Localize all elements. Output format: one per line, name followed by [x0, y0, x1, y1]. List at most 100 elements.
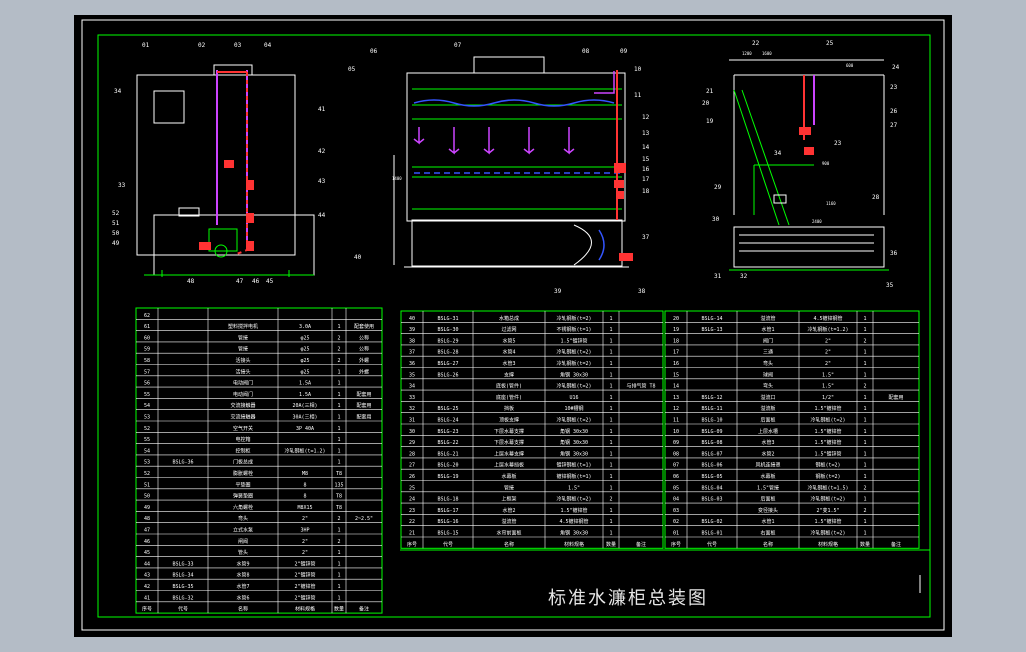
dim-text-6: 1200: [742, 51, 752, 56]
bom-table-2-cell: 27: [409, 463, 415, 469]
bom-table-1-cell: 活接头: [235, 357, 250, 364]
bom-table-1-cell: 膨胀螺栓: [233, 470, 253, 477]
bom-table-2-cell: 1: [609, 429, 612, 435]
callout-left-9: 33: [118, 182, 126, 189]
bom-table-3-cell: 1: [863, 418, 866, 424]
bom-table-1-cell: 2": [302, 539, 308, 545]
bom-table-2-cell: 名称: [504, 541, 514, 548]
bom-table-2-cell: 1: [609, 372, 612, 378]
bom-table-2-cell: BSLG-23: [437, 429, 458, 435]
drawing-canvas: 01 02 03 04 34 41 42 43 44 33 52 51 50 49 48 47 46 45 06 05…: [81, 19, 945, 631]
bom-table-2-cell: 1: [609, 474, 612, 480]
bom-table-1-cell: 平垫圈: [235, 481, 250, 488]
bom-table-1-cell: 1: [337, 550, 340, 556]
bom-table-3-cell: 20: [673, 316, 679, 322]
bom-table-2-cell: 水管2: [502, 507, 515, 514]
bom-table-3-cell: 2": [825, 361, 831, 367]
bom-table-2-cell: 冷轧钢板(t=2): [556, 417, 591, 424]
bom-table-3-cell: 08: [673, 451, 679, 457]
bom-table-1-cell: 43: [144, 573, 150, 579]
bom-table-3-cell: 1: [863, 440, 866, 446]
bom-table-1-cell: 配套用: [356, 402, 371, 409]
bom-table-3-cell: 1: [863, 406, 866, 412]
bom-table-1-cell: 57: [144, 369, 150, 375]
front-view-water: [413, 70, 633, 261]
bom-table-3-cell: BSLG-02: [701, 519, 722, 525]
callout-left-2: 03: [234, 42, 242, 49]
callout-middle-5: 10: [634, 66, 642, 73]
bom-table-2-cell: 水幕板: [501, 473, 516, 480]
callout-right-3: 21: [706, 88, 714, 95]
bom-table-1-cell: 水管7: [236, 583, 249, 590]
callout-middle-11: 16: [642, 166, 650, 173]
bom-table-3-cell: 1: [863, 451, 866, 457]
bom-table-3-cell: 16: [673, 361, 679, 367]
bom-table-3-cell: 数量: [860, 541, 870, 548]
callout-right-6: 23: [890, 84, 898, 91]
dim-text-4: 1160: [826, 201, 836, 206]
bom-table-2-cell: 30: [409, 429, 415, 435]
bom-table-2-cell: 镀锌钢板(t=1): [556, 473, 591, 480]
bom-table-3-cell: 后面板: [760, 496, 775, 503]
bom-table-1-cell: 55: [144, 392, 150, 398]
bom-table-2-cell: 底板(管件): [496, 383, 522, 390]
callout-left-0: 01: [142, 42, 150, 49]
bom-table-1-cell: 闸阀: [238, 538, 248, 545]
bom-table-3-cell: 1.5"管接: [757, 484, 779, 491]
callout-right-17: 23: [834, 140, 842, 147]
bom-table-1-cell: 外螺: [359, 368, 369, 375]
bom-table-1-cell: 外螺: [359, 357, 369, 364]
bom-table-1-cell: 1: [337, 426, 340, 432]
bom-table-2-cell: BSLG-22: [437, 440, 458, 446]
bom-table-1-cell: 1: [337, 369, 340, 375]
bom-table-2-cell: 31: [409, 418, 415, 424]
bom-table-1-cell: 3P 40A: [296, 426, 314, 432]
bom-table-3-cell: 1.5"镀锌管: [814, 405, 841, 412]
bom-table-1-cell: 30A(三相): [292, 414, 317, 421]
drawing-sheet: 01 02 03 04 34 41 42 43 44 33 52 51 50 49 48 47 46 45 06 05…: [74, 15, 952, 637]
bom-table-3-cell: 01: [673, 531, 679, 537]
callout-right-14: 31: [714, 273, 722, 280]
bom-table-3-cell: 三通: [763, 349, 773, 356]
bom-table-2-cell: 37: [409, 350, 415, 356]
bom-table-1-cell: 3HP: [300, 528, 309, 534]
bom-table-1-cell: 42: [144, 584, 150, 590]
bom-table-3-cell: 1: [863, 316, 866, 322]
bom-table-1-cell: 1: [337, 595, 340, 601]
bom-table-1-cell: 44: [144, 561, 150, 567]
bom-table-3-cell: BSLG-11: [701, 406, 722, 412]
bom-table-3-cell: 1: [863, 519, 866, 525]
bom-table-1-cell: 8: [303, 494, 306, 500]
bom-table-3-cell: 2": [825, 338, 831, 344]
bom-table-2-cell: 1: [609, 418, 612, 424]
bom-table-1-cell: 61: [144, 324, 150, 330]
bom-table-2-cell: 1: [609, 508, 612, 514]
bom-table-3-cell: 配套用: [888, 394, 903, 401]
bom-table-1-cell: 59: [144, 347, 150, 353]
bom-table-3-cell: 1.5"镀锌管: [814, 518, 841, 525]
bom-table-1-cell: 材料规格: [295, 606, 315, 613]
bom-table-2-cell: 1: [609, 338, 612, 344]
bom-table-1-cell: 54: [144, 403, 150, 409]
right-view-pipes: [799, 75, 815, 155]
callout-left-8: 44: [318, 212, 326, 219]
bom-table-1-cell: 3.0A: [299, 324, 311, 330]
bom-table-1-cell: 空气开关: [233, 425, 253, 432]
bom-table-1-cell: 2"镀锌管: [294, 583, 315, 590]
bom-table-3-cell: 10: [673, 429, 679, 435]
bom-table-2-cell: 1: [609, 463, 612, 469]
bom-table-3-cell: 12: [673, 406, 679, 412]
bom-table-3-cell: 后面板: [760, 417, 775, 424]
callout-left-14: 48: [187, 278, 195, 285]
bom-table-2-cell: 29: [409, 440, 415, 446]
bom-table-3-cell: 11: [673, 418, 679, 424]
bom-table-2-cell: 32: [409, 406, 415, 412]
bom-table-3-cell: 15: [673, 372, 679, 378]
bom-table-1-cell: 1.5A: [299, 392, 311, 398]
bom-table-1-cell: 55: [144, 437, 150, 443]
callout-left-4: 34: [114, 88, 122, 95]
bom-table-2-cell: 1.5"镀锌管: [560, 507, 587, 514]
bom-table-2-cell: 不锈钢板(t=1): [556, 326, 591, 333]
bom-table-1-cell: 公称: [359, 334, 369, 341]
callout-right-9: 28: [872, 194, 880, 201]
